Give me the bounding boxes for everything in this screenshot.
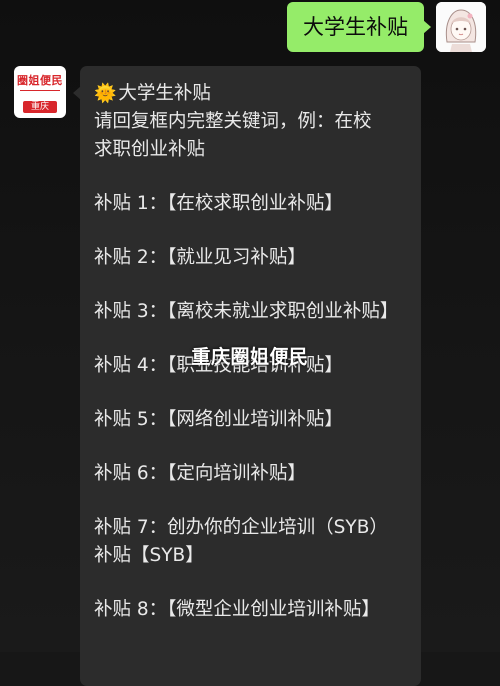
sender-avatar[interactable]: 圈姐便民 重庆 (14, 66, 66, 118)
user-avatar[interactable] (436, 2, 486, 52)
watermark-text: 重庆圈姐便民 (191, 346, 309, 368)
incoming-message-bubble[interactable]: 🌞 大学生补贴 请回复框内完整关键词，例：在校 求职创业补贴 补贴 1：【在校求职… (73, 66, 421, 686)
sun-icon: 🌞 (94, 83, 117, 104)
subsidy-item-3: 补贴 3：【离校未就业求职创业补贴】 (94, 301, 399, 322)
subsidy-item-1: 补贴 1：【在校求职创业补贴】 (94, 193, 343, 214)
message-title-line: 🌞 大学生补贴 (94, 80, 405, 108)
girl-avatar-icon (436, 2, 486, 52)
message-title: 大学生补贴 (118, 83, 211, 104)
subsidy-item-8: 补贴 8：【微型企业创业培训补贴】 (94, 599, 380, 620)
outgoing-message-bubble[interactable]: 大学生补贴 (287, 2, 431, 52)
subsidy-item-7: 补贴 7：创办你的企业培训（SYB）补贴【SYB】 (94, 517, 388, 566)
instruction-line-1: 请回复框内完整关键词，例：在校 (94, 111, 372, 132)
sender-logo-badge: 重庆 (22, 101, 57, 113)
subsidy-item-5: 补贴 5：【网络创业培训补贴】 (94, 409, 343, 430)
subsidy-item-6: 补贴 6：【定向培训补贴】 (94, 463, 306, 484)
outgoing-message-text: 大学生补贴 (303, 15, 408, 39)
logo-divider (20, 90, 60, 91)
subsidy-item-2: 补贴 2：【就业见习补贴】 (94, 247, 306, 268)
instruction-line-2: 求职创业补贴 (94, 139, 206, 160)
outgoing-message-row: 大学生补贴 (287, 2, 486, 52)
sender-logo-name: 圈姐便民 (17, 74, 63, 87)
chat-area: 大学生补贴 圈姐便民 重庆 🌞 大学生补贴 请回复框内完整关键词，例：在校 求职创… (0, 0, 500, 686)
